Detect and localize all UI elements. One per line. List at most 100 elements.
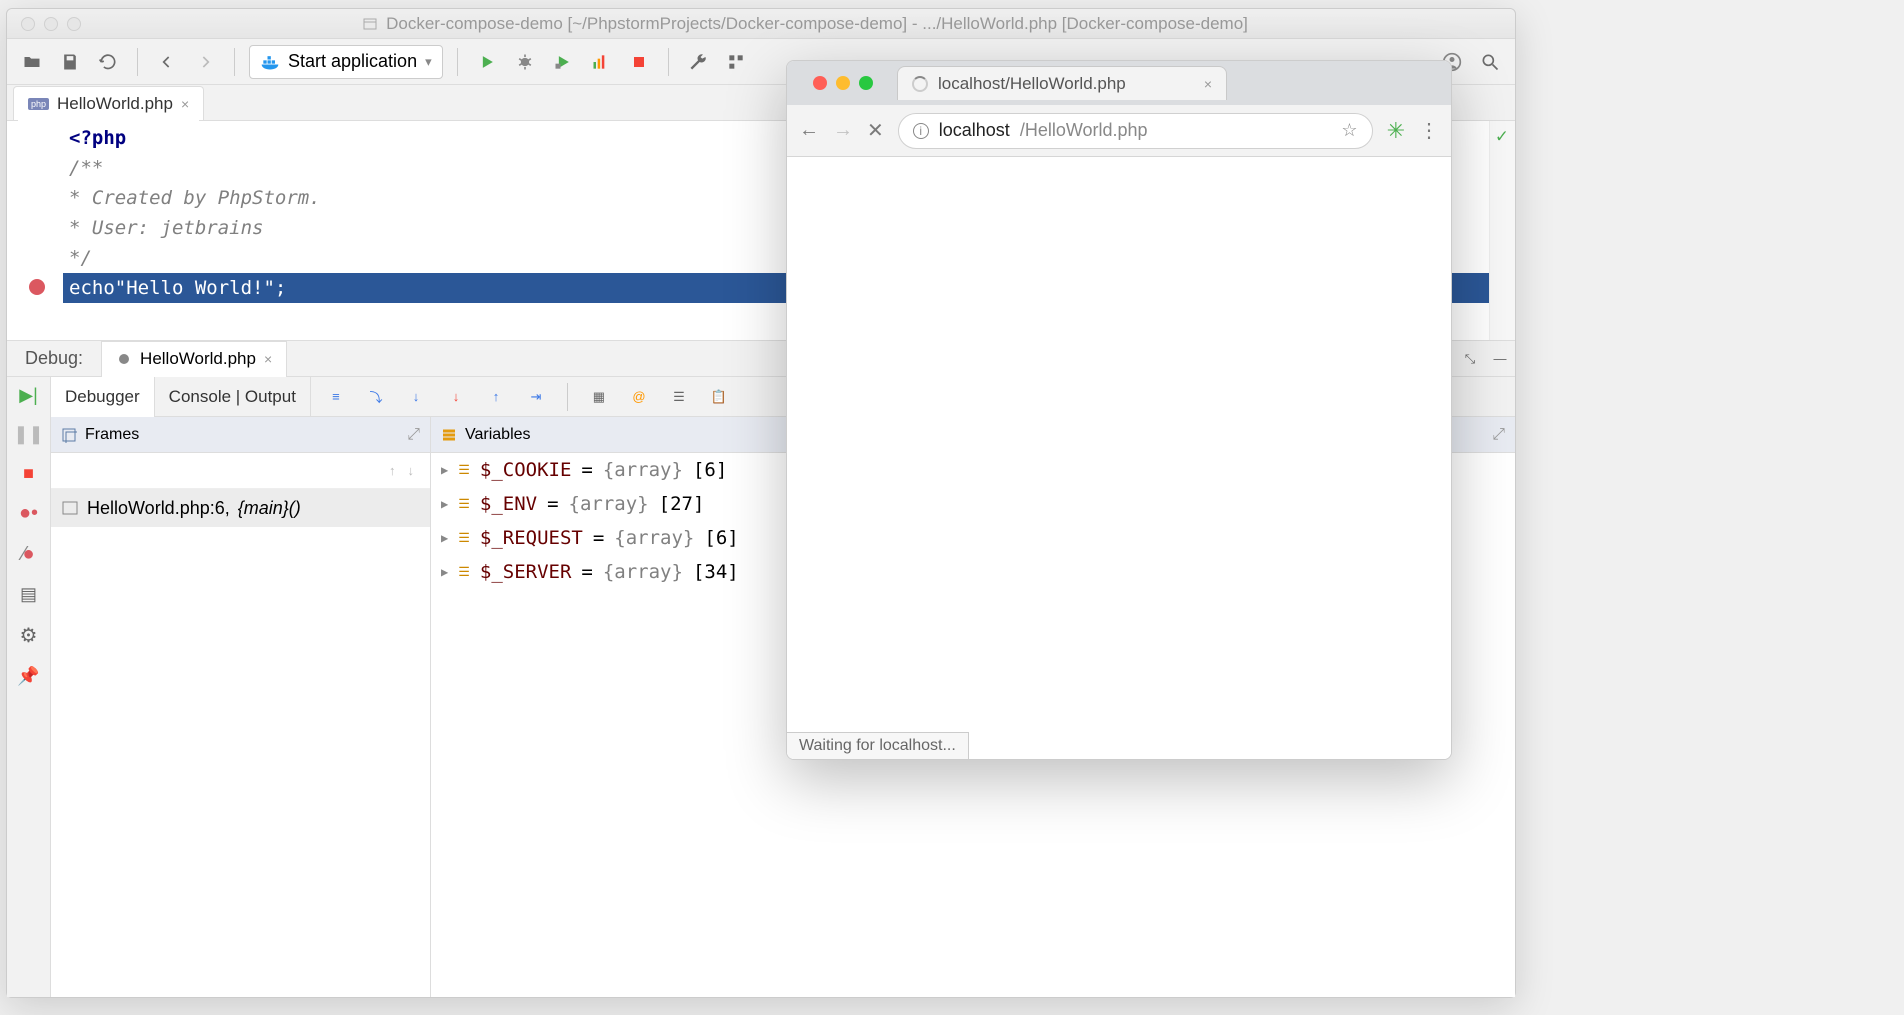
browser-tab[interactable]: localhost/HelloWorld.php × — [897, 66, 1227, 100]
debug-sidebar: ▶| ❚❚ ■ ●• ●⁄ ▤ ⚙ 📌 — [7, 377, 51, 997]
frame-up-icon[interactable]: ↑ — [389, 463, 396, 478]
close-tab-icon[interactable]: × — [181, 96, 189, 112]
expand-triangle-icon[interactable]: ▶ — [441, 463, 448, 477]
save-icon[interactable] — [55, 47, 85, 77]
clipboard-icon[interactable]: 📋 — [704, 382, 734, 412]
array-type-icon: ☰ — [458, 497, 470, 512]
gutter[interactable] — [7, 121, 63, 340]
settings-icon[interactable]: ⤡ — [1455, 344, 1485, 374]
stop-debug-icon[interactable]: ■ — [23, 463, 34, 484]
debug-icon[interactable] — [510, 47, 540, 77]
frames-title: Frames — [85, 426, 139, 444]
var-name: $_ENV — [480, 493, 537, 515]
var-count: [6] — [704, 527, 738, 549]
at-icon[interactable]: @ — [624, 382, 654, 412]
nav-forward-icon[interactable]: → — [833, 119, 853, 142]
frames-icon — [61, 427, 77, 443]
nav-stop-icon[interactable]: ✕ — [867, 118, 884, 143]
run-icon[interactable] — [472, 47, 502, 77]
var-type: {array} — [614, 527, 694, 549]
var-count: [27] — [659, 493, 705, 515]
address-bar[interactable]: i localhost/HelloWorld.php ☆ — [898, 113, 1373, 149]
expand-triangle-icon[interactable]: ▶ — [441, 565, 448, 579]
debug-settings-icon[interactable]: ⚙ — [20, 623, 38, 648]
debugger-subtab[interactable]: Debugger — [51, 377, 155, 418]
breakpoint-icon[interactable] — [29, 279, 45, 295]
view-breakpoints-icon[interactable]: ●• — [19, 502, 38, 525]
code-line: <?php — [69, 127, 126, 149]
close-tab-icon[interactable]: × — [1204, 76, 1212, 92]
url-path: /HelloWorld.php — [1020, 120, 1148, 141]
resume-icon[interactable]: ▶| — [19, 385, 38, 406]
close-traffic-icon[interactable] — [21, 17, 35, 31]
debug-label: Debug: — [7, 348, 101, 369]
bookmark-star-icon[interactable]: ☆ — [1341, 120, 1357, 141]
ide-title: Docker-compose-demo [~/PhpstormProjects/… — [95, 14, 1515, 34]
browser-menu-icon[interactable]: ⋮ — [1419, 118, 1439, 143]
structure-icon[interactable] — [721, 47, 751, 77]
show-execution-icon[interactable]: ≡ — [321, 382, 351, 412]
minimize-panel-icon[interactable]: — — [1485, 344, 1515, 374]
code-line: /** — [69, 157, 103, 179]
zoom-traffic-icon[interactable] — [67, 17, 81, 31]
nav-back-icon[interactable]: ← — [799, 119, 819, 142]
frame-row[interactable]: HelloWorld.php:6, {main}() — [51, 489, 430, 527]
expand-icon[interactable]: ⤢ — [1492, 426, 1505, 444]
info-icon[interactable]: i — [913, 123, 929, 139]
open-icon[interactable] — [17, 47, 47, 77]
editor-tab[interactable]: php HelloWorld.php × — [13, 86, 204, 120]
browser-viewport: Waiting for localhost... — [787, 157, 1451, 759]
frame-down-icon[interactable]: ↓ — [408, 463, 415, 478]
var-type: {array} — [603, 459, 683, 481]
console-subtab[interactable]: Console | Output — [155, 377, 311, 417]
back-icon[interactable] — [152, 47, 182, 77]
close-icon[interactable]: × — [264, 351, 272, 367]
zoom-traffic-icon[interactable] — [859, 76, 873, 90]
var-count: [34] — [693, 561, 739, 583]
code-line: */ — [69, 247, 92, 269]
browser-window: localhost/HelloWorld.php × ← → ✕ i local… — [786, 60, 1452, 760]
var-type: {array} — [603, 561, 683, 583]
browser-toolbar: ← → ✕ i localhost/HelloWorld.php ☆ ✳ ⋮ — [787, 105, 1451, 157]
extension-icon[interactable]: ✳ — [1387, 118, 1405, 144]
minimize-traffic-icon[interactable] — [44, 17, 58, 31]
array-type-icon: ☰ — [458, 565, 470, 580]
run-config-dropdown[interactable]: Start application ▾ — [249, 45, 443, 79]
watches-icon[interactable]: ☰ — [664, 382, 694, 412]
step-into-icon[interactable]: ↓ — [401, 382, 431, 412]
mute-breakpoints-icon[interactable]: ●⁄ — [22, 543, 34, 566]
wrench-icon[interactable] — [683, 47, 713, 77]
array-type-icon: ☰ — [458, 531, 470, 546]
force-step-into-icon[interactable]: ↓ — [441, 382, 471, 412]
chevron-down-icon: ▾ — [425, 54, 432, 70]
debug-session-tab[interactable]: HelloWorld.php × — [101, 341, 287, 377]
expand-triangle-icon[interactable]: ▶ — [441, 531, 448, 545]
forward-icon[interactable] — [190, 47, 220, 77]
evaluate-icon[interactable]: ▦ — [584, 382, 614, 412]
refresh-icon[interactable] — [93, 47, 123, 77]
expand-triangle-icon[interactable]: ▶ — [441, 497, 448, 511]
profile-icon[interactable] — [586, 47, 616, 77]
pin-icon[interactable]: 📌 — [17, 666, 39, 687]
expand-icon[interactable]: ⤢ — [407, 426, 420, 444]
stack-frame-icon — [61, 499, 79, 517]
variables-icon — [441, 427, 457, 443]
frames-panel: Frames ⤢ ↑ ↓ HelloWorld.php:6, {main}() — [51, 417, 431, 997]
step-out-icon[interactable]: ↑ — [481, 382, 511, 412]
coverage-icon[interactable] — [548, 47, 578, 77]
layout-icon[interactable]: ▤ — [20, 584, 37, 605]
loading-spinner-icon — [912, 76, 928, 92]
run-to-cursor-icon[interactable]: ⇥ — [521, 382, 551, 412]
bug-icon — [116, 351, 132, 367]
stop-icon[interactable] — [624, 47, 654, 77]
pause-icon[interactable]: ❚❚ — [13, 424, 43, 445]
editor-marker-bar[interactable]: ✓ — [1489, 121, 1515, 340]
ide-titlebar: Docker-compose-demo [~/PhpstormProjects/… — [7, 9, 1515, 39]
search-icon[interactable] — [1475, 47, 1505, 77]
close-traffic-icon[interactable] — [813, 76, 827, 90]
url-host: localhost — [939, 120, 1010, 141]
var-name: $_REQUEST — [480, 527, 583, 549]
var-type: {array} — [569, 493, 649, 515]
minimize-traffic-icon[interactable] — [836, 76, 850, 90]
step-over-icon[interactable]: ⤵ — [361, 382, 391, 412]
